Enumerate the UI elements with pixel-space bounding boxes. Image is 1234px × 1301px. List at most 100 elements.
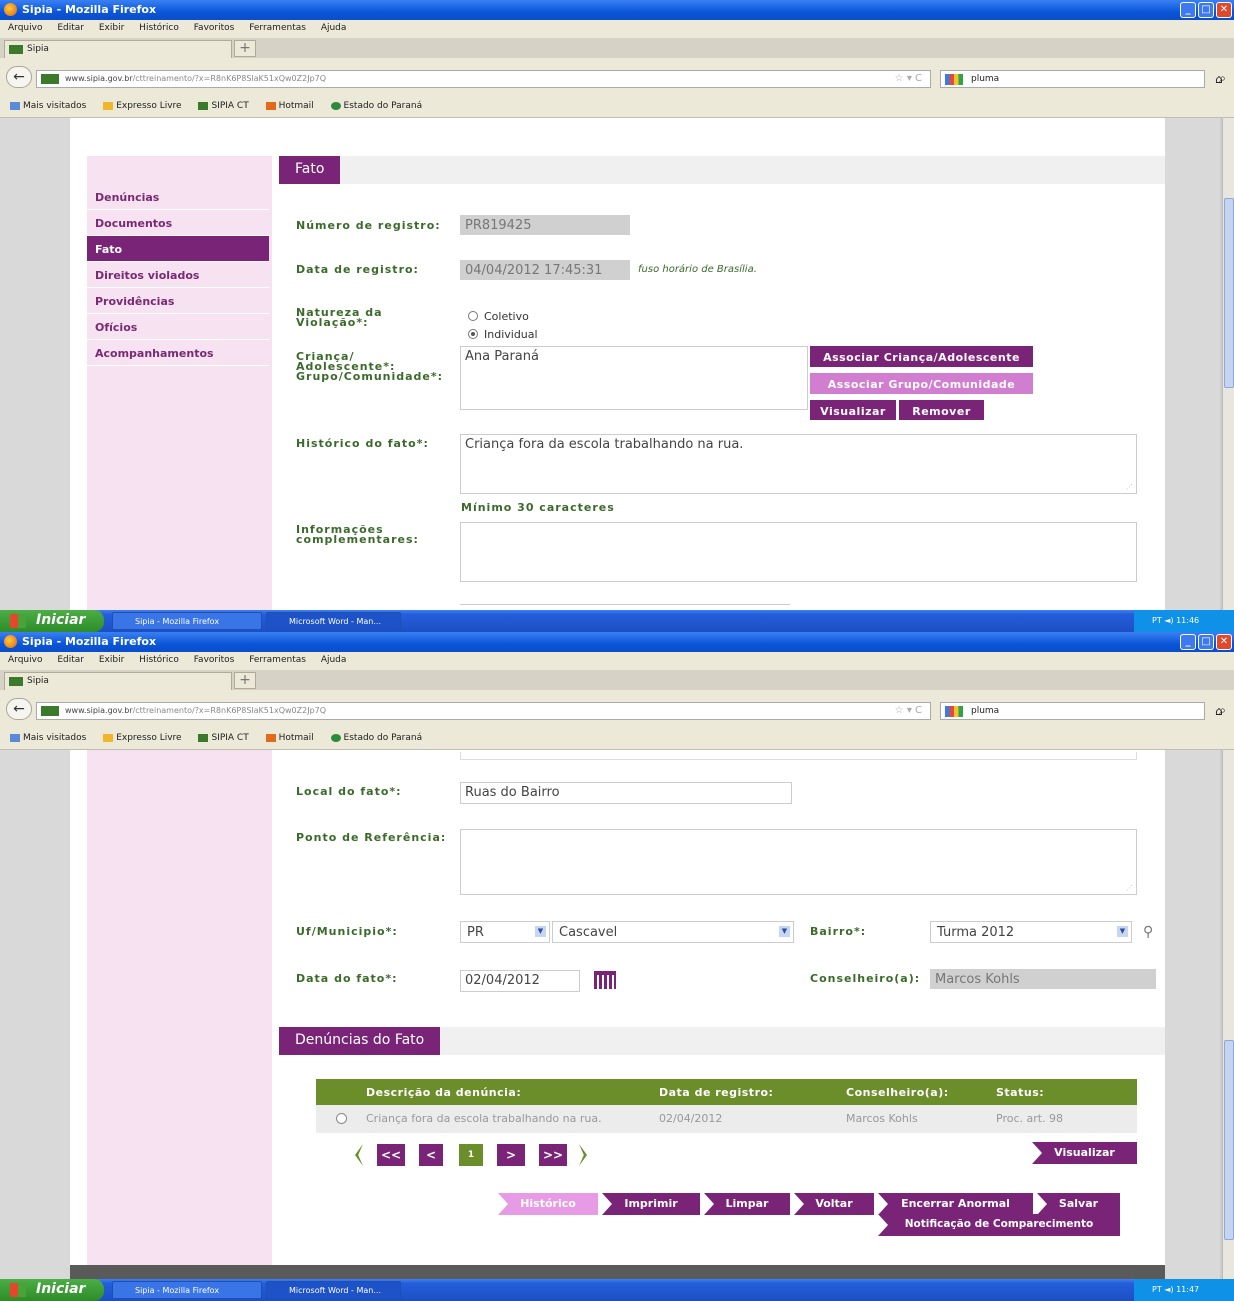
- system-tray: PT ◄) 11:46: [1134, 610, 1234, 632]
- minimize-button[interactable]: _: [1180, 2, 1196, 18]
- language-indicator: PT: [1152, 1285, 1162, 1294]
- radio-coletivo[interactable]: Coletivo: [468, 310, 529, 323]
- menu-editar[interactable]: Editar: [57, 655, 84, 665]
- bookmark-item[interactable]: Hotmail: [265, 733, 314, 743]
- scrollbar-thumb[interactable]: [1224, 1040, 1234, 1240]
- bookmark-globe-icon: [330, 733, 341, 742]
- close-button[interactable]: ✕: [1216, 2, 1232, 18]
- new-tab-button[interactable]: +: [234, 672, 256, 689]
- google-icon: [945, 74, 963, 85]
- historico-hint: Mínimo 30 caracteres: [461, 501, 615, 514]
- url-bar[interactable]: www.sipia.gov.br/cttreinamento/?x=R8nK6P…: [36, 702, 931, 720]
- close-button[interactable]: ✕: [1216, 634, 1232, 650]
- new-tab-button[interactable]: +: [234, 40, 256, 57]
- menu-ajuda[interactable]: Ajuda: [321, 655, 347, 665]
- start-button[interactable]: Iniciar: [0, 1279, 104, 1301]
- bookmark-item[interactable]: Expresso Livre: [103, 733, 182, 743]
- taskbar-item-word[interactable]: Microsoft Word - Man...: [266, 1281, 401, 1299]
- browser-tab[interactable]: Sipia: [4, 672, 232, 690]
- sidebar-item-direitos-violados[interactable]: Direitos violados: [87, 262, 269, 288]
- home-icon[interactable]: ⌂: [1215, 704, 1223, 718]
- remover-button[interactable]: Remover: [899, 400, 984, 420]
- menu-editar[interactable]: Editar: [57, 23, 84, 33]
- start-button[interactable]: Iniciar: [0, 610, 104, 632]
- scrollbar-thumb[interactable]: [1224, 198, 1234, 388]
- sidebar-item-oficios[interactable]: Ofícios: [87, 314, 269, 340]
- registro-field: PR819425: [460, 215, 630, 235]
- taskbar-item-firefox[interactable]: Sipia - Mozilla Firefox: [112, 612, 262, 630]
- site-identity-icon: [41, 706, 59, 716]
- menu-arquivo[interactable]: Arquivo: [8, 655, 42, 665]
- navigation-bar: ← www.sipia.gov.br/cttreinamento/?x=R8nK…: [0, 58, 1234, 96]
- data-registro-field: 04/04/2012 17:45:31: [460, 260, 630, 280]
- radio-individual[interactable]: Individual: [468, 328, 538, 341]
- menu-arquivo[interactable]: Arquivo: [8, 23, 42, 33]
- bookmark-item[interactable]: Estado do Paraná: [330, 101, 422, 111]
- menu-historico[interactable]: Histórico: [139, 23, 179, 33]
- taskbar-item-firefox[interactable]: Sipia - Mozilla Firefox: [112, 1281, 262, 1299]
- radio-circle[interactable]: [468, 311, 478, 321]
- vertical-scrollbar[interactable]: [1222, 750, 1234, 1279]
- back-button[interactable]: ←: [6, 66, 32, 88]
- maximize-button[interactable]: □: [1198, 2, 1214, 18]
- back-button[interactable]: ←: [6, 698, 32, 720]
- bookmarks-bar: Mais visitados Expresso Livre SIPIA CT H…: [0, 728, 1234, 750]
- sidebar-item-denuncias[interactable]: Denúncias: [87, 184, 269, 210]
- menu-historico[interactable]: Histórico: [139, 655, 179, 665]
- search-bar[interactable]: pluma ⌕: [940, 70, 1226, 88]
- sidebar-item-providencias[interactable]: Providências: [87, 288, 269, 314]
- menu-ajuda[interactable]: Ajuda: [321, 23, 347, 33]
- bookmark-item[interactable]: SIPIA CT: [198, 101, 249, 111]
- radio-circle-selected[interactable]: [468, 329, 478, 339]
- bookmark-item[interactable]: Estado do Paraná: [330, 733, 422, 743]
- bookmark-item[interactable]: Hotmail: [265, 101, 314, 111]
- url-bar[interactable]: www.sipia.gov.br/cttreinamento/?x=R8nK6P…: [36, 70, 931, 88]
- taskbar-item-word[interactable]: Microsoft Word - Man...: [266, 612, 401, 630]
- sidebar-item-acompanhamentos[interactable]: Acompanhamentos: [87, 340, 269, 366]
- menu-favoritos[interactable]: Favoritos: [194, 655, 235, 665]
- page-footer-bar: [70, 1265, 1165, 1279]
- associar-crianca-button[interactable]: Associar Criança/Adolescente: [810, 346, 1033, 367]
- associar-grupo-button[interactable]: Associar Grupo/Comunidade: [810, 373, 1033, 394]
- screenshot-bottom: Sipia - Mozilla Firefox _ □ ✕ Arquivo Edit…: [0, 632, 1234, 1301]
- bookmark-item[interactable]: Mais visitados: [10, 101, 86, 111]
- bookmark-star-icon[interactable]: ☆ ▾ C: [895, 705, 922, 716]
- menu-ferramentas[interactable]: Ferramentas: [249, 655, 306, 665]
- menu-bar: Arquivo Editar Exibir Histórico Favorito…: [0, 652, 1234, 670]
- bookmark-item[interactable]: Expresso Livre: [103, 101, 182, 111]
- menu-ferramentas[interactable]: Ferramentas: [249, 23, 306, 33]
- resize-handle-icon[interactable]: ⋰: [1126, 483, 1133, 491]
- home-icon[interactable]: ⌂: [1215, 72, 1223, 86]
- vertical-scrollbar[interactable]: [1222, 118, 1234, 610]
- minimize-button[interactable]: _: [1180, 634, 1196, 650]
- window-title: Sipia - Mozilla Firefox: [22, 3, 157, 16]
- search-value: pluma: [971, 74, 1000, 84]
- page-viewport: [0, 750, 1234, 1279]
- info-textarea[interactable]: [460, 522, 1137, 582]
- bookmark-star-icon[interactable]: ☆ ▾ C: [895, 73, 922, 84]
- browser-tab[interactable]: Sipia: [4, 40, 232, 58]
- volume-icon: ◄): [1164, 1285, 1174, 1294]
- sidebar-item-documentos[interactable]: Documentos: [87, 210, 269, 236]
- field-edge: [460, 604, 790, 605]
- historico-textarea[interactable]: Criança fora da escola trabalhando na ru…: [460, 434, 1137, 494]
- visualizar-crianca-button[interactable]: Visualizar: [810, 400, 896, 420]
- tab-label: Sipia: [27, 676, 49, 686]
- search-bar[interactable]: pluma ⌕: [940, 702, 1226, 720]
- bookmark-item[interactable]: SIPIA CT: [198, 733, 249, 743]
- crianca-list[interactable]: Ana Paraná: [460, 346, 808, 410]
- sidebar-item-fato[interactable]: Fato: [87, 236, 269, 262]
- language-indicator: PT: [1152, 616, 1162, 625]
- section-title: Fato: [279, 156, 341, 184]
- bookmark-item[interactable]: Mais visitados: [10, 733, 86, 743]
- url-domain: www.sipia.gov.br: [65, 74, 133, 83]
- menu-favoritos[interactable]: Favoritos: [194, 23, 235, 33]
- menu-exibir[interactable]: Exibir: [99, 655, 124, 665]
- page-viewport: Denúncias Documentos Fato Direitos viola…: [0, 118, 1234, 610]
- maximize-button[interactable]: □: [1198, 634, 1214, 650]
- menu-exibir[interactable]: Exibir: [99, 23, 124, 33]
- site-identity-icon: [41, 74, 59, 84]
- timezone-note: fuso horário de Brasília.: [638, 264, 757, 275]
- url-path: /cttreinamento/?x=R8nK6P8SlaK51xQw0Z2Jp7…: [132, 706, 327, 715]
- natureza-label: Natureza da Violação*:: [296, 306, 383, 329]
